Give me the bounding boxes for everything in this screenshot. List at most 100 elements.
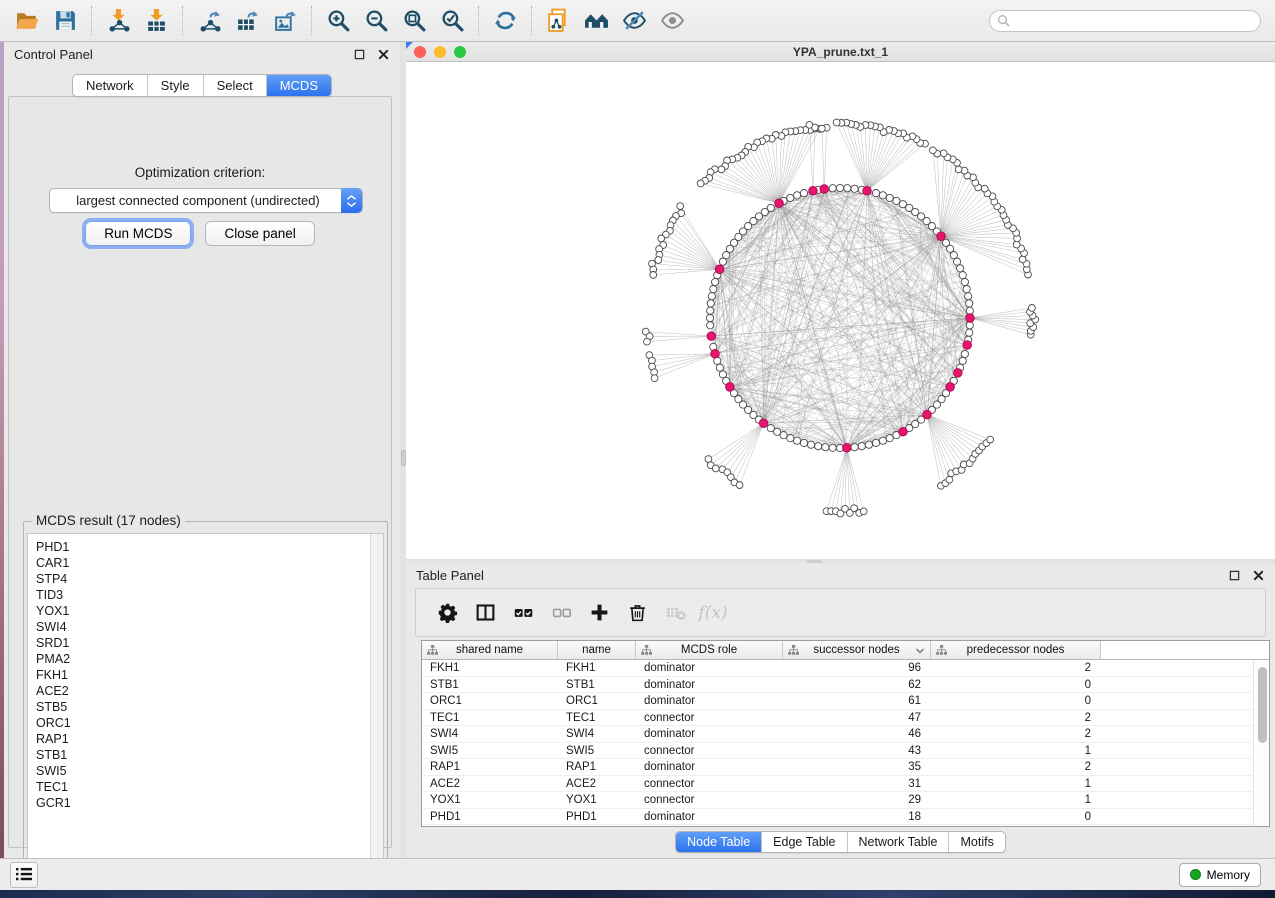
zoom-in-button[interactable] <box>321 5 355 37</box>
network-graph[interactable] <box>406 62 1275 558</box>
mcds-result-item[interactable]: SRD1 <box>28 635 383 651</box>
column-header-shared-name[interactable]: shared name <box>422 641 558 659</box>
splitter-grip[interactable] <box>401 450 406 466</box>
show-all-button[interactable] <box>655 5 689 37</box>
tab-network[interactable]: Network <box>73 75 148 96</box>
table-row[interactable]: ORC1ORC1dominator610 <box>422 693 1253 710</box>
close-panel-button[interactable]: Close panel <box>205 221 314 246</box>
add-button[interactable] <box>584 598 614 628</box>
tab-select[interactable]: Select <box>204 75 267 96</box>
open-session-button[interactable] <box>10 5 44 37</box>
mcds-result-item[interactable]: YOX1 <box>28 603 383 619</box>
float-panel-icon[interactable] <box>1227 568 1241 582</box>
run-mcds-button[interactable]: Run MCDS <box>85 221 191 246</box>
control-panel-tabs: NetworkStyleSelectMCDS <box>4 74 400 97</box>
table-cell: connector <box>636 776 783 792</box>
table-row[interactable]: PHD1PHD1dominator180 <box>422 809 1253 826</box>
tree-icon <box>788 645 799 656</box>
export-image-button[interactable] <box>268 5 302 37</box>
mcds-result-item[interactable]: SWI4 <box>28 619 383 635</box>
mcds-list-scrollbar[interactable] <box>370 534 383 889</box>
mcds-result-item[interactable]: ORC1 <box>28 715 383 731</box>
table-cell: ORC1 <box>558 693 636 709</box>
mcds-result-item[interactable]: SWI5 <box>28 763 383 779</box>
table-cell: FKH1 <box>558 660 636 676</box>
search-input[interactable] <box>989 10 1261 32</box>
zoom-out-button[interactable] <box>359 5 393 37</box>
import-network-button[interactable] <box>101 5 135 37</box>
mcds-result-item[interactable]: STB1 <box>28 747 383 763</box>
tab-style[interactable]: Style <box>148 75 204 96</box>
column-header-MCDS-role[interactable]: MCDS role <box>636 641 783 659</box>
table-cell: SWI5 <box>422 743 558 759</box>
export-table-icon <box>235 8 260 33</box>
table-cell: 0 <box>931 693 1101 709</box>
table-row[interactable]: SWI4SWI4dominator462 <box>422 726 1253 743</box>
mcds-result-item[interactable]: STP4 <box>28 571 383 587</box>
import-table-button[interactable] <box>139 5 173 37</box>
float-panel-icon[interactable] <box>352 47 366 61</box>
zoom-fit-button[interactable] <box>397 5 431 37</box>
table-row[interactable]: STB1STB1dominator620 <box>422 677 1253 694</box>
task-history-button[interactable] <box>10 862 38 888</box>
select-all-button[interactable] <box>508 598 538 628</box>
tab-mcds[interactable]: MCDS <box>267 75 331 96</box>
control-tabs-group: NetworkStyleSelectMCDS <box>72 74 332 97</box>
mcds-result-item[interactable]: GCR1 <box>28 795 383 811</box>
column-header-successor-nodes[interactable]: successor nodes <box>783 641 931 659</box>
table-cell: YOX1 <box>558 792 636 808</box>
gear-button[interactable] <box>432 598 462 628</box>
mcds-result-item[interactable]: FKH1 <box>28 667 383 683</box>
zoom-fit-icon <box>402 8 427 33</box>
mcds-result-item[interactable]: TEC1 <box>28 779 383 795</box>
table-row[interactable]: RAP1RAP1dominator352 <box>422 759 1253 776</box>
export-network-button[interactable] <box>192 5 226 37</box>
close-panel-icon[interactable] <box>376 47 390 61</box>
export-image-icon <box>273 8 298 33</box>
zoom-selected-button[interactable] <box>435 5 469 37</box>
table-cell: 62 <box>783 677 931 693</box>
table-cell: 2 <box>931 710 1101 726</box>
table-row[interactable]: FKH1FKH1dominator962 <box>422 660 1253 677</box>
mcds-result-item[interactable]: STB5 <box>28 699 383 715</box>
table-scrollbar[interactable] <box>1253 660 1269 826</box>
table-cell: connector <box>636 792 783 808</box>
scrollbar-thumb[interactable] <box>1258 667 1267 743</box>
network-canvas[interactable] <box>406 62 1275 558</box>
close-panel-icon[interactable] <box>1251 568 1265 582</box>
new-network-from-selection-button[interactable] <box>541 5 575 37</box>
mcds-result-item[interactable]: PMA2 <box>28 651 383 667</box>
tab-motifs[interactable]: Motifs <box>949 832 1004 852</box>
tab-network-table[interactable]: Network Table <box>848 832 950 852</box>
table-cell: connector <box>636 743 783 759</box>
apply-layout-button[interactable] <box>488 5 522 37</box>
show-columns-button[interactable] <box>470 598 500 628</box>
memory-label: Memory <box>1207 868 1250 882</box>
mcds-result-list[interactable]: PHD1CAR1STP4TID3YOX1SWI4SRD1PMA2FKH1ACE2… <box>27 533 384 890</box>
tab-edge-table[interactable]: Edge Table <box>762 832 847 852</box>
table-cell: ORC1 <box>422 693 558 709</box>
export-table-button[interactable] <box>230 5 264 37</box>
toolbar-separator <box>91 6 92 36</box>
table-row[interactable]: SWI5SWI5connector431 <box>422 743 1253 760</box>
optimization-criterion-select[interactable]: largest connected component (undirected) <box>49 188 363 213</box>
memory-button[interactable]: Memory <box>1179 863 1261 887</box>
mcds-result-item[interactable]: PHD1 <box>28 539 383 555</box>
deselect-all-button[interactable] <box>546 598 576 628</box>
table-row[interactable]: YOX1YOX1connector291 <box>422 792 1253 809</box>
mcds-result-item[interactable]: TID3 <box>28 587 383 603</box>
column-header-predecessor-nodes[interactable]: predecessor nodes <box>931 641 1101 659</box>
table-cell: 35 <box>783 759 931 775</box>
mcds-result-item[interactable]: CAR1 <box>28 555 383 571</box>
table-row[interactable]: TEC1TEC1connector472 <box>422 710 1253 727</box>
column-header-name[interactable]: name <box>558 641 636 659</box>
tab-node-table[interactable]: Node Table <box>676 832 762 852</box>
first-neighbors-button[interactable] <box>579 5 613 37</box>
delete-button[interactable] <box>622 598 652 628</box>
table-cell: 96 <box>783 660 931 676</box>
mcds-result-item[interactable]: RAP1 <box>28 731 383 747</box>
table-row[interactable]: ACE2ACE2connector311 <box>422 776 1253 793</box>
save-session-button[interactable] <box>48 5 82 37</box>
hide-selected-button[interactable] <box>617 5 651 37</box>
mcds-result-item[interactable]: ACE2 <box>28 683 383 699</box>
